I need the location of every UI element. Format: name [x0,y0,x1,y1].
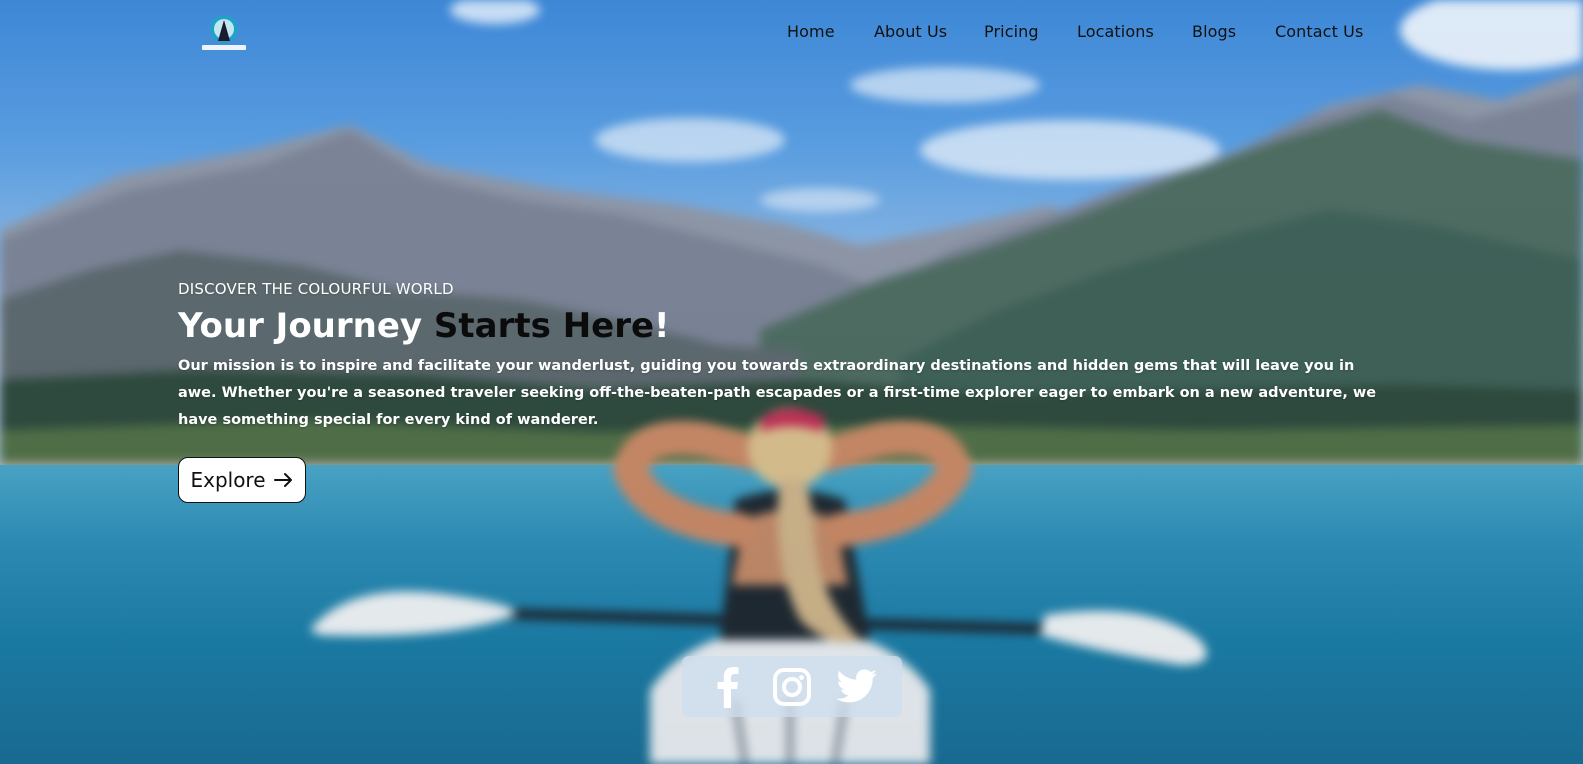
nav-item-contact-us[interactable]: Contact Us [1275,22,1363,41]
arrow-right-icon [273,473,292,487]
hero-mission-text: Our mission is to inspire and facilitate… [178,358,1377,428]
hero-section: DISCOVER THE COLOURFUL WORLD Your Journe… [178,280,1398,434]
headline-part-dark: Starts Here [433,306,655,346]
nav-item-pricing[interactable]: Pricing [984,22,1039,41]
headline-exclamation: ! [654,306,670,346]
hero-headline: Your Journey Starts Here! [178,305,1398,347]
explore-button-label: Explore [190,468,266,492]
headline-part-light: Your Journey [178,306,434,346]
nav-item-locations[interactable]: Locations [1077,22,1154,41]
hero-kicker: DISCOVER THE COLOURFUL WORLD [178,280,454,298]
nav-item-about-us[interactable]: About Us [874,22,947,41]
site-header: Home About Us Pricing Locations Blogs Co… [0,0,1583,66]
explore-button[interactable]: Explore [178,457,306,503]
nav-item-home[interactable]: Home [787,22,835,41]
facebook-icon[interactable] [705,665,749,709]
twitter-icon[interactable] [835,665,879,709]
social-links-bar [682,656,902,717]
main-navigation: Home About Us Pricing Locations Blogs Co… [0,22,1583,46]
nav-item-blogs[interactable]: Blogs [1192,22,1236,41]
instagram-icon[interactable] [770,665,814,709]
